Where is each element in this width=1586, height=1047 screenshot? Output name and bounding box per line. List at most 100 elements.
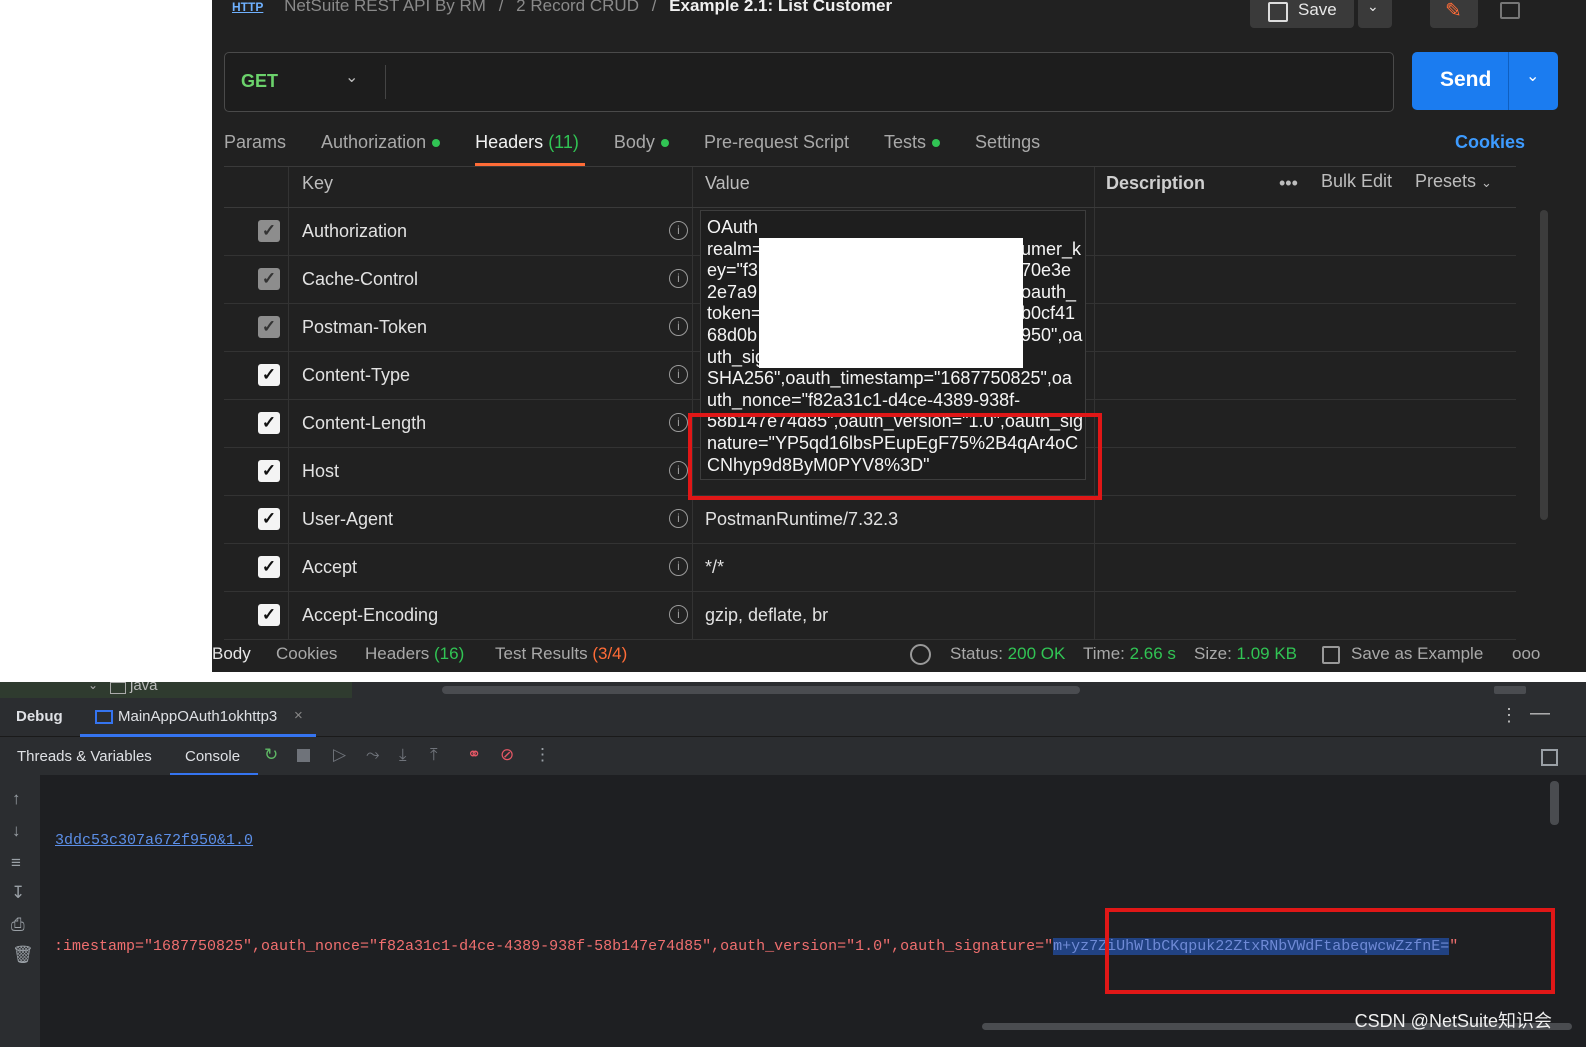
tab-params[interactable]: Params: [224, 132, 286, 153]
row-checkbox[interactable]: ✓: [258, 460, 280, 482]
tab-pre-request-script[interactable]: Pre-request Script: [704, 132, 849, 153]
save-button[interactable]: Save: [1250, 0, 1354, 28]
trash-icon[interactable]: 🗑: [12, 945, 34, 965]
info-icon[interactable]: i: [669, 317, 688, 336]
scroll-to-end-icon[interactable]: ↧: [11, 883, 25, 903]
more-options-icon[interactable]: •••: [1279, 173, 1298, 194]
response-time: Time: 2.66 s: [1083, 644, 1176, 663]
send-button[interactable]: Send ⌄: [1412, 52, 1558, 110]
presets-dropdown[interactable]: Presets ⌄: [1415, 171, 1492, 192]
header-key[interactable]: Host: [302, 461, 339, 482]
cookies-link[interactable]: Cookies: [1455, 132, 1525, 153]
more-options-icon[interactable]: ⋮: [1500, 705, 1518, 726]
header-key[interactable]: Content-Length: [302, 413, 426, 434]
soft-wrap-icon[interactable]: ≡: [11, 853, 21, 873]
horizontal-scrollbar-thumb[interactable]: [1494, 686, 1526, 694]
row-checkbox[interactable]: ✓: [258, 412, 280, 434]
more-options-icon[interactable]: ⋮: [534, 745, 551, 765]
response-tab-body[interactable]: Body: [212, 644, 251, 664]
more-options-icon[interactable]: ooo: [1512, 644, 1540, 664]
response-tab-headers[interactable]: Headers (16): [365, 644, 464, 664]
stop-icon[interactable]: [297, 749, 310, 762]
redaction-mask: [759, 238, 1023, 368]
console-gutter: ↑ ↓ ≡ ↧ ⎙ 🗑: [0, 775, 40, 1047]
info-icon[interactable]: i: [669, 461, 688, 480]
step-out-icon[interactable]: ⤒: [430, 745, 438, 765]
step-over-icon[interactable]: ⤳: [366, 745, 380, 765]
row-checkbox[interactable]: ✓: [258, 316, 280, 338]
popup-right-fragments: umer_k 70e3e oauth_ b0cf41 950",oa: [1021, 239, 1082, 347]
header-value[interactable]: */*: [705, 557, 724, 578]
row-checkbox[interactable]: ✓: [258, 508, 280, 530]
chevron-down-icon[interactable]: ⌄: [1526, 66, 1539, 86]
scrollbar[interactable]: [1540, 210, 1548, 520]
arrow-up-icon[interactable]: ↑: [12, 789, 21, 809]
project-folder[interactable]: java: [130, 682, 158, 694]
tab-tests[interactable]: Tests: [884, 132, 941, 153]
row-checkbox[interactable]: ✓: [258, 604, 280, 626]
response-tab-cookies[interactable]: Cookies: [276, 644, 337, 664]
rerun-icon[interactable]: ↻: [264, 745, 278, 765]
info-icon[interactable]: i: [669, 605, 688, 624]
arrow-down-icon[interactable]: ↓: [12, 821, 21, 841]
step-into-icon[interactable]: ⤓: [399, 745, 407, 765]
minimize-icon[interactable]: —: [1530, 702, 1550, 725]
save-icon: [1268, 2, 1288, 22]
row-checkbox[interactable]: ✓: [258, 364, 280, 386]
tab-headers[interactable]: Headers (11): [475, 132, 585, 166]
watermark: CSDN @NetSuite知识会: [1354, 1011, 1552, 1031]
tab-settings[interactable]: Settings: [975, 132, 1040, 153]
popup-line: SHA256",oauth_timestamp="1687750825",oa: [707, 368, 1072, 389]
header-key[interactable]: Cache-Control: [302, 269, 418, 290]
breadcrumb-collection[interactable]: NetSuite REST API By RM: [284, 0, 486, 15]
bulk-edit-button[interactable]: Bulk Edit: [1321, 171, 1392, 192]
edit-button[interactable]: ✎: [1430, 0, 1478, 28]
info-icon[interactable]: i: [669, 365, 688, 384]
tab-console[interactable]: Console: [170, 737, 258, 776]
comments-button[interactable]: [1488, 0, 1528, 28]
layout-icon[interactable]: [1541, 749, 1558, 766]
header-value[interactable]: gzip, deflate, br: [705, 605, 828, 626]
url-input[interactable]: [395, 65, 1379, 99]
header-value[interactable]: PostmanRuntime/7.32.3: [705, 509, 898, 530]
header-key[interactable]: Content-Type: [302, 365, 410, 386]
header-key[interactable]: Postman-Token: [302, 317, 427, 338]
header-key[interactable]: Accept: [302, 557, 357, 578]
console-link[interactable]: 3ddc53c307a672f950&1.0: [55, 832, 253, 849]
status-dot: [660, 139, 669, 148]
info-icon[interactable]: i: [669, 557, 688, 576]
row-checkbox[interactable]: ✓: [258, 268, 280, 290]
mute-breakpoints-icon[interactable]: ⊘: [500, 745, 514, 765]
postman-window: HTTP NetSuite REST API By RM / 2 Record …: [212, 0, 1586, 672]
horizontal-scrollbar[interactable]: [442, 686, 1080, 694]
tab-authorization[interactable]: Authorization: [321, 132, 441, 153]
tab-body[interactable]: Body: [614, 132, 669, 153]
comment-icon: [1500, 2, 1520, 19]
chevron-down-icon[interactable]: ⌄: [88, 682, 98, 692]
header-key[interactable]: User-Agent: [302, 509, 393, 530]
breadcrumb-folder[interactable]: 2 Record CRUD: [516, 0, 639, 15]
tab-threads-variables[interactable]: Threads & Variables: [17, 748, 152, 765]
response-tab-test-results[interactable]: Test Results (3/4): [495, 644, 627, 664]
vertical-scrollbar[interactable]: [1550, 781, 1559, 825]
print-icon[interactable]: ⎙: [11, 915, 25, 935]
info-icon[interactable]: i: [669, 221, 688, 240]
session-tab[interactable]: MainAppOAuth1okhttp3 ×: [80, 698, 316, 737]
save-as-example-button[interactable]: Save as Example: [1351, 644, 1483, 664]
header-key[interactable]: Accept-Encoding: [302, 605, 438, 626]
breadcrumb-separator: /: [651, 0, 657, 15]
info-icon[interactable]: i: [669, 413, 688, 432]
row-checkbox[interactable]: ✓: [258, 556, 280, 578]
row-checkbox[interactable]: ✓: [258, 220, 280, 242]
breakpoints-icon[interactable]: ⚭: [467, 745, 481, 765]
info-icon[interactable]: i: [669, 509, 688, 528]
chevron-down-icon[interactable]: ⌄: [345, 67, 358, 87]
session-tab-label: MainAppOAuth1okhttp3: [118, 708, 278, 725]
info-icon[interactable]: i: [669, 269, 688, 288]
save-dropdown-button[interactable]: ⌄: [1358, 0, 1392, 28]
header-key[interactable]: Authorization: [302, 221, 407, 242]
resume-icon[interactable]: ▷: [333, 745, 346, 765]
close-icon[interactable]: ×: [294, 707, 303, 724]
method-select[interactable]: GET: [241, 71, 278, 92]
column-key: Key: [302, 173, 334, 193]
